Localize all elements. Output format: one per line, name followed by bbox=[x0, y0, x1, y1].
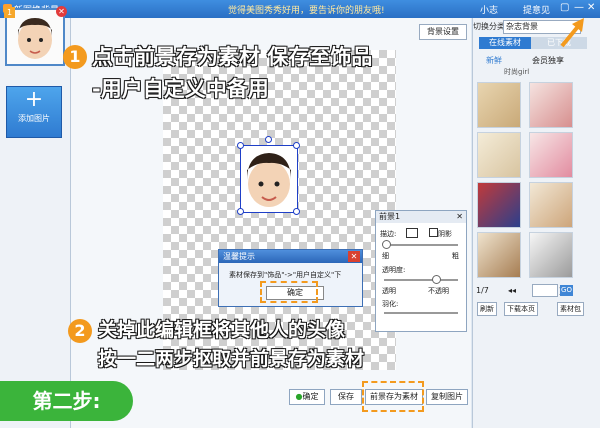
step-two-text-line1: 关掉此编辑框将其他人的头像 bbox=[98, 319, 346, 341]
pager: 1/7 ◂◂ 页 bbox=[476, 284, 567, 297]
highlight-save-material-box bbox=[362, 381, 424, 412]
material-item[interactable] bbox=[529, 182, 573, 228]
subtab-new[interactable]: 新鲜 bbox=[486, 55, 502, 66]
resize-handle[interactable] bbox=[237, 208, 244, 215]
material-item[interactable] bbox=[477, 232, 521, 278]
image-thumbnail[interactable]: 1 ✕ bbox=[4, 6, 67, 66]
title-bar: 新图换背景 觉得美图秀秀好用，要告诉你的朋友哦! 小志 提意见 ▢ — ✕ bbox=[0, 0, 600, 18]
left-panel bbox=[0, 18, 71, 428]
copy-image-button[interactable]: 复制图片 bbox=[426, 389, 468, 405]
child-photo-thumb bbox=[7, 10, 63, 64]
plus-icon: + bbox=[24, 87, 44, 112]
add-image-label: 添加图片 bbox=[18, 114, 50, 123]
thin-label: 细 bbox=[382, 252, 389, 260]
confirm-button[interactable]: ●确定 bbox=[289, 389, 325, 405]
notice-dialog-header: 温馨提示 ✕ bbox=[219, 250, 362, 263]
transparency-label: 透明度: bbox=[382, 266, 406, 274]
material-item[interactable] bbox=[477, 182, 521, 228]
notice-dialog-title: 温馨提示 bbox=[223, 252, 255, 261]
highlight-ok-box bbox=[260, 281, 318, 303]
add-image-button[interactable]: + 添加图片 bbox=[6, 86, 62, 138]
pager-text: 1/7 bbox=[476, 286, 489, 295]
rotate-handle[interactable] bbox=[265, 136, 272, 143]
foreground-panel-close-icon[interactable]: ✕ bbox=[456, 211, 463, 223]
opaque-label: 不透明 bbox=[428, 287, 449, 295]
feedback-link[interactable]: 提意见 bbox=[523, 3, 550, 16]
download-page-button[interactable]: 下载本页 bbox=[504, 302, 538, 316]
resize-handle[interactable] bbox=[293, 142, 300, 149]
material-pack-button[interactable]: 素材包 bbox=[557, 302, 584, 316]
hot-material-name: 时尚girl bbox=[504, 68, 530, 76]
stroke-slider[interactable] bbox=[384, 244, 458, 246]
notice-message: 素材保存到"饰品"->"用户自定义"下 bbox=[229, 271, 342, 279]
step-banner: 第二步: bbox=[0, 381, 133, 421]
feather-label: 羽化: bbox=[382, 300, 399, 308]
notice-close-icon[interactable]: ✕ bbox=[348, 251, 360, 262]
step-two-text-line2: 按一二两步抠取并前景存为素材 bbox=[98, 348, 365, 370]
save-button[interactable]: 保存 bbox=[330, 389, 362, 405]
transparency-slider-knob[interactable] bbox=[432, 275, 441, 284]
stroke-label: 描边: bbox=[380, 230, 397, 238]
foreground-panel-header: 前景1 ✕ bbox=[376, 211, 466, 223]
resize-handle[interactable] bbox=[237, 142, 244, 149]
material-item[interactable] bbox=[529, 232, 573, 278]
foreground-panel-title: 前景1 bbox=[379, 212, 401, 221]
close-window-icon[interactable]: ✕ bbox=[587, 2, 595, 13]
step-one-badge: 1 bbox=[63, 45, 87, 69]
remove-thumbnail-icon[interactable]: ✕ bbox=[56, 6, 67, 17]
material-item[interactable] bbox=[477, 132, 521, 178]
user-name[interactable]: 小志 bbox=[480, 3, 498, 16]
thick-label: 粗 bbox=[452, 252, 459, 260]
material-item[interactable] bbox=[529, 132, 573, 178]
foreground-face-layer[interactable] bbox=[240, 145, 298, 213]
transparent-label: 透明 bbox=[382, 287, 396, 295]
child-face-image bbox=[241, 146, 297, 212]
feather-slider[interactable] bbox=[384, 312, 458, 314]
shadow-checkbox[interactable] bbox=[429, 228, 438, 237]
material-item[interactable] bbox=[477, 82, 521, 128]
shadow-label: 阴影 bbox=[438, 230, 452, 238]
stroke-slider-knob[interactable] bbox=[382, 240, 391, 249]
resize-handle[interactable] bbox=[293, 208, 300, 215]
highlight-window-area bbox=[561, 6, 587, 23]
confirm-label: 确定 bbox=[302, 392, 319, 401]
subtab-vip[interactable]: 会员独享 bbox=[532, 55, 564, 66]
go-button[interactable]: GO bbox=[560, 285, 573, 296]
step-one-text-line1: 点击前景存为素材 保存至饰品 bbox=[92, 45, 373, 69]
material-item[interactable] bbox=[529, 82, 573, 128]
background-settings-button[interactable]: 背景设置 bbox=[419, 24, 467, 40]
tagline: 觉得美图秀秀好用，要告诉你的朋友哦! bbox=[228, 6, 385, 16]
thumbnail-index-badge: 1 bbox=[4, 7, 15, 18]
step-two-badge: 2 bbox=[68, 319, 92, 343]
tab-online-material[interactable]: 在线素材 bbox=[479, 37, 531, 49]
stroke-color-swatch[interactable] bbox=[406, 228, 418, 238]
foreground-settings-panel: 前景1 ✕ 描边: 阴影 细 粗 透明度: 透明 不透明 羽化: bbox=[375, 210, 467, 332]
step-one-text-line2: -用户自定义中备用 bbox=[92, 77, 269, 101]
pager-first-icon[interactable]: ◂◂ bbox=[508, 286, 516, 295]
page-input[interactable] bbox=[532, 284, 558, 297]
refresh-button[interactable]: 刷新 bbox=[477, 302, 497, 316]
transparency-slider[interactable] bbox=[384, 279, 458, 281]
